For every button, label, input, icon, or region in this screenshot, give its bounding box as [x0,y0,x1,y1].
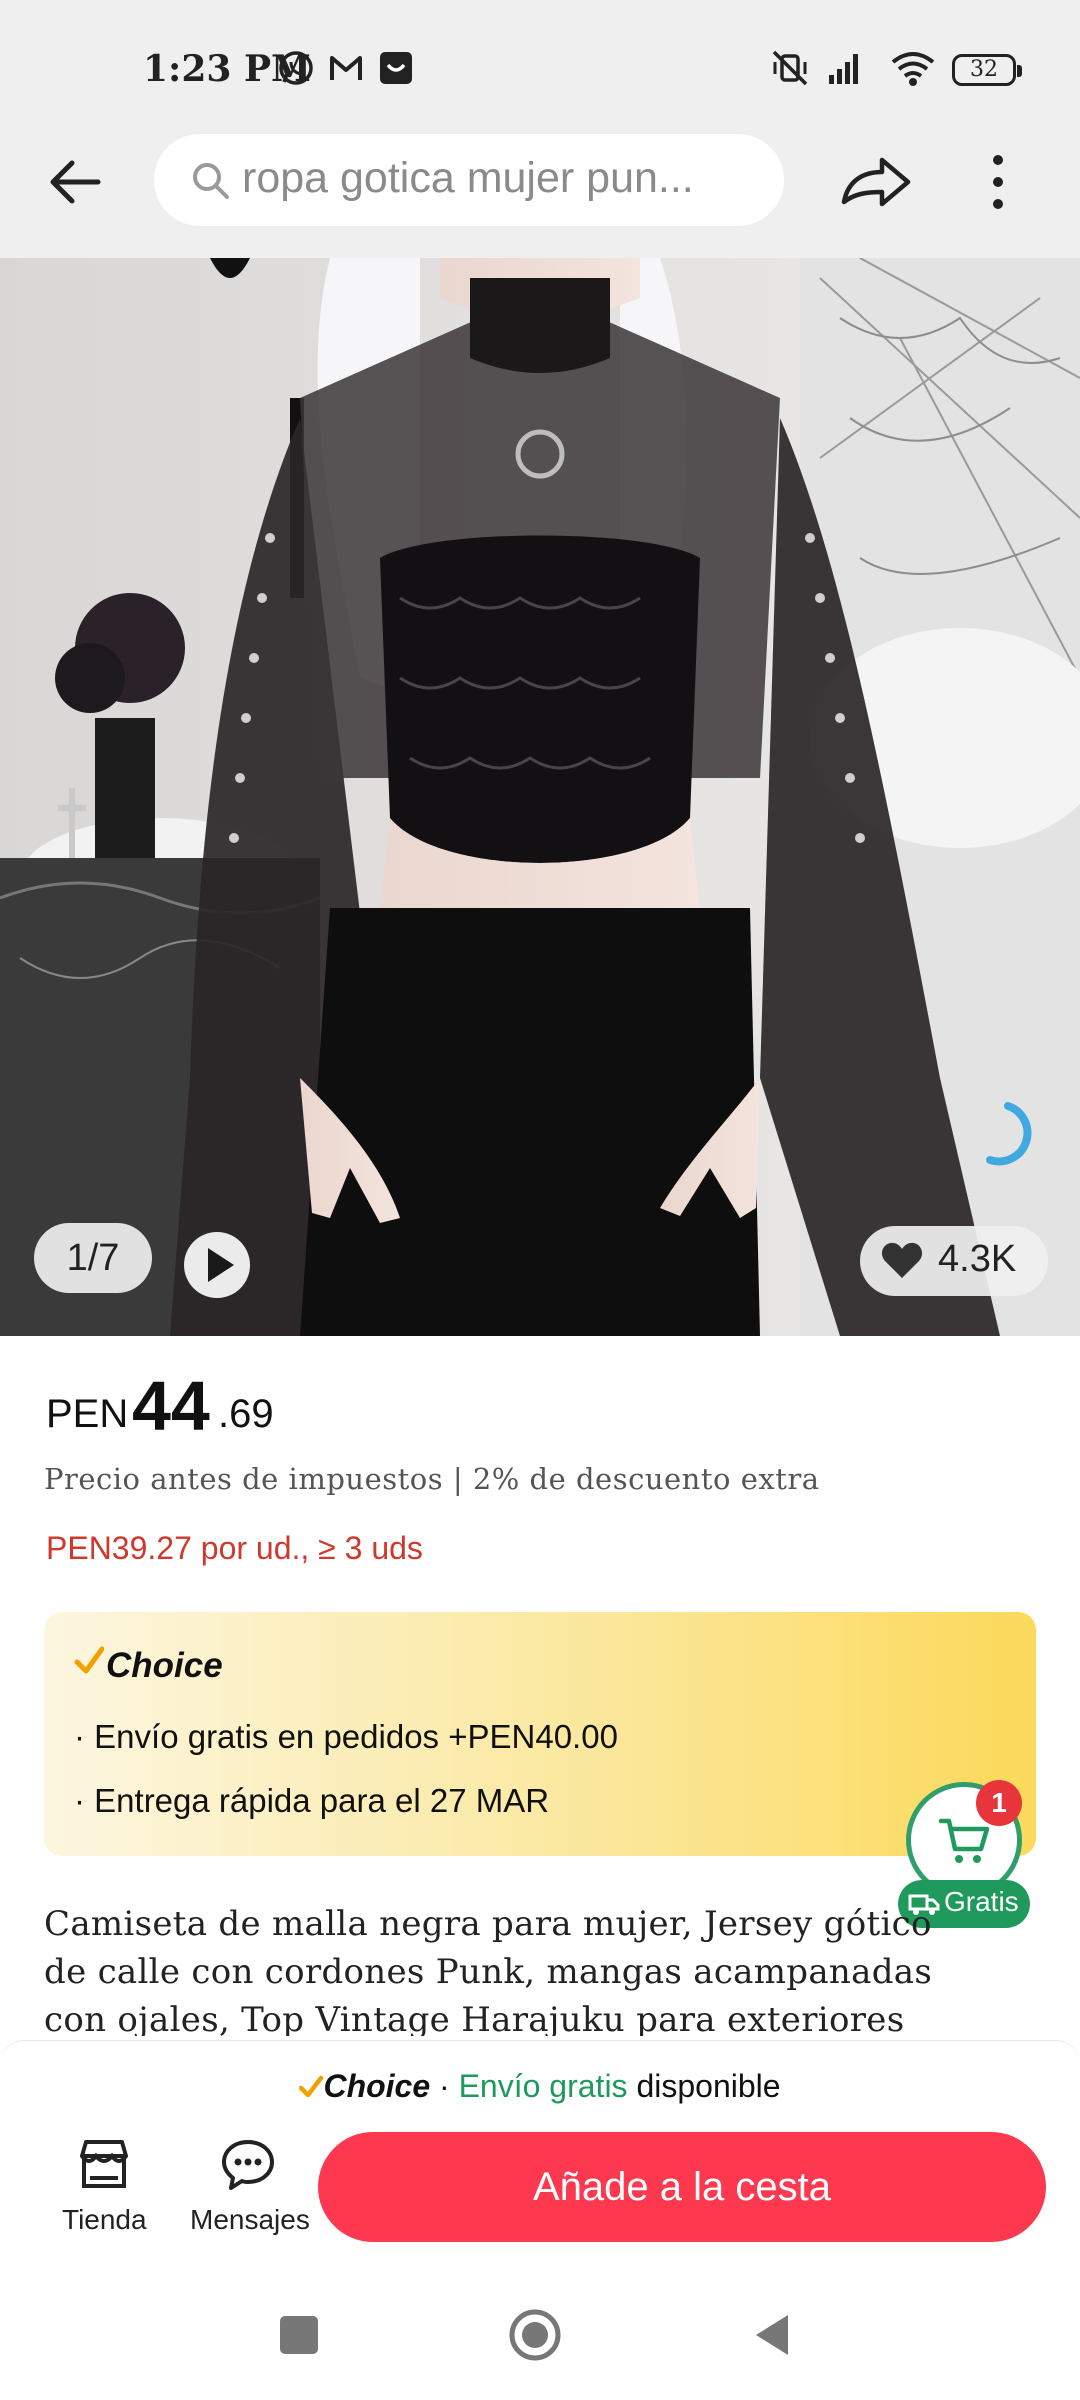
choice-check-icon [299,2075,324,2098]
choice-label: Choice [106,1646,223,1685]
strip-choice-label: Choice [323,2068,431,2104]
strip-free-shipping: Envío gratis [458,2068,628,2104]
choice-free-shipping: · Envío gratis en pedidos +PEN40.00 [74,1718,618,1755]
choice-fast-delivery: · Entrega rápida para el 27 MAR [74,1782,550,1819]
vibrate-mute-icon [772,50,808,86]
store-label: Tienda [62,2204,147,2235]
wishlist-count: 4.3K [938,1238,1017,1280]
tax-discount-note: Precio antes de impuestos | 2% de descue… [44,1462,820,1496]
cart-count-badge: 1 [976,1780,1022,1826]
price-decimals: .69 [218,1392,274,1436]
shipping-availability-strip: Choice · Envío gratis disponible [0,2068,1080,2105]
search-icon [193,163,229,199]
whatsapp-icon [279,51,313,85]
gmail-icon [330,56,362,80]
signal-icon [829,54,858,84]
strip-separator: · [430,2068,459,2104]
product-image[interactable] [0,258,1080,1336]
choice-check-icon [74,1646,104,1674]
store-icon [80,2140,128,2188]
share-icon[interactable] [838,146,914,218]
price-integer: 44 [132,1367,210,1445]
search-query-text: ropa gotica mujer pun... [242,154,694,202]
product-photo [0,258,1080,1336]
recents-square-icon[interactable] [280,2316,318,2354]
product-title[interactable]: Camiseta de malla negra para mujer, Jers… [44,1900,974,2036]
strip-available: disponible [627,2068,781,2104]
back-arrow-icon[interactable] [40,146,112,218]
chat-bubble-icon [222,2140,274,2190]
battery-indicator: 32 [952,54,1022,86]
home-circle-icon[interactable] [508,2308,562,2362]
image-counter: 1/7 [34,1223,152,1293]
loading-spinner-icon [986,1102,1032,1166]
heart-icon [881,1242,923,1278]
back-triangle-icon[interactable] [752,2312,792,2358]
price-currency: PEN [46,1392,129,1436]
messages-label: Mensajes [190,2204,310,2235]
wifi-icon [891,52,935,86]
play-video-icon[interactable] [184,1232,250,1298]
app-notification-icon [380,52,412,84]
bulk-price: PEN39.27 por ud., ≥ 3 uds [46,1530,423,1566]
add-to-cart-button[interactable]: Añade a la cesta [318,2132,1046,2242]
more-options-icon[interactable] [968,146,1028,218]
